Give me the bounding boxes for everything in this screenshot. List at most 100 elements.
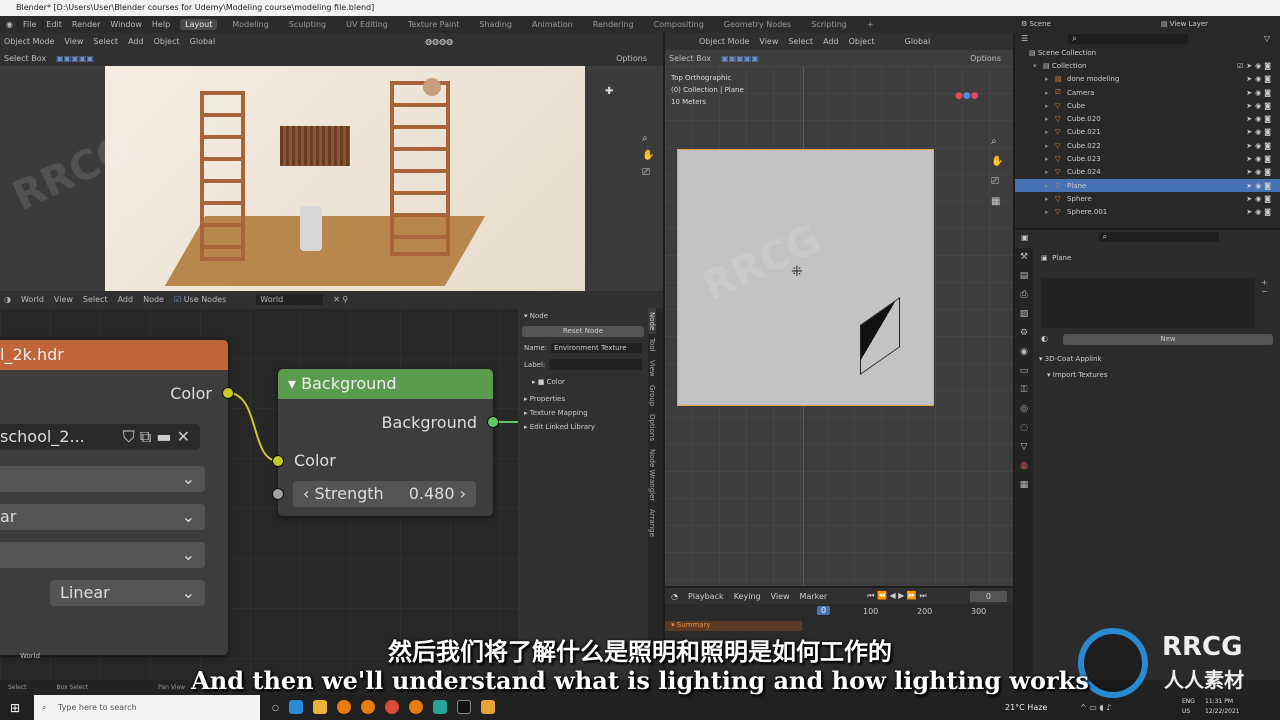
add-remove-slot[interactable]: + − <box>1261 278 1268 296</box>
menu-add[interactable]: Add <box>118 295 134 304</box>
weather[interactable]: 21°C Haze <box>1005 703 1047 712</box>
menu-object[interactable]: Object <box>849 37 875 46</box>
workspace-tab-scripting[interactable]: Scripting <box>806 19 852 30</box>
material-slot-list[interactable] <box>1041 278 1255 328</box>
visibility-icons[interactable]: ➤◉◙ <box>1246 128 1274 136</box>
outliner-item[interactable]: ▸ ▽ Cube.020 ➤◉◙ <box>1015 112 1280 125</box>
taskbar-search[interactable]: ⌕ Type here to search <box>34 695 260 720</box>
expand-icon[interactable]: ▸ <box>1045 102 1055 110</box>
scene-selector[interactable]: ⚙ Scene <box>1021 20 1051 28</box>
applink-panel[interactable]: ▾ 3D-Coat Applink <box>1039 355 1102 363</box>
workspace-tab-compositing[interactable]: Compositing <box>649 19 709 30</box>
add-workspace-button[interactable]: + <box>862 19 879 30</box>
outliner-item[interactable]: ▸ ▽ Cube ➤◉◙ <box>1015 99 1280 112</box>
current-frame-field[interactable]: 0 <box>969 590 1007 602</box>
workspace-tab-sculpting[interactable]: Sculpting <box>284 19 331 30</box>
shading-buttons[interactable]: ◍◍◍◍ <box>425 37 453 46</box>
node-editor-canvas[interactable]: l_2k.hdr Color school_2... ⛉ ⧉ ▬ ✕ ⌄ ar ⌄ … <box>0 308 518 680</box>
tab-tool[interactable]: Tool <box>648 334 656 356</box>
menu-keying[interactable]: Keying <box>734 592 761 601</box>
scene-collection-row[interactable]: ▤ Scene Collection <box>1015 46 1280 59</box>
menu-select[interactable]: Select <box>83 295 108 304</box>
outliner-item[interactable]: ▸ ▽ Cube.022 ➤◉◙ <box>1015 139 1280 152</box>
mode-dropdown[interactable]: Object Mode <box>699 37 749 46</box>
expand-icon[interactable]: ▸ <box>1045 195 1055 203</box>
top-ortho-viewport[interactable]: Top Orthographic (0) Collection | Plane 10… <box>665 66 1013 586</box>
workspace-tab-layout[interactable]: Layout <box>180 19 218 30</box>
expand-icon[interactable]: ▸ <box>1045 115 1055 123</box>
outliner-search[interactable]: ⌕ <box>1068 33 1189 44</box>
menu-edit[interactable]: Edit <box>46 20 62 29</box>
collection-row[interactable]: ▾ ▤ Collection ☑➤◉◙ <box>1015 59 1280 72</box>
workspace-tab-uv-editing[interactable]: UV Editing <box>341 19 393 30</box>
playback-controls[interactable]: ⏮ ⏪ ◀ ▶ ⏩ ⏭ <box>867 591 926 601</box>
texture-mapping-subpanel[interactable]: ▸ Texture Mapping <box>518 406 648 420</box>
blender-logo-icon[interactable]: ◉ <box>6 20 13 29</box>
menu-file[interactable]: File <box>23 20 36 29</box>
explorer-icon[interactable] <box>312 700 327 714</box>
properties-subpanel[interactable]: ▸ Properties <box>518 392 648 406</box>
name-field[interactable]: Environment Texture <box>551 343 642 353</box>
visibility-icons[interactable]: ➤◉◙ <box>1246 208 1274 216</box>
options-dropdown[interactable]: Options <box>616 54 647 63</box>
pin-icon[interactable]: ✕ ⚲ <box>333 295 348 304</box>
menu-view[interactable]: View <box>759 37 778 46</box>
menu-help[interactable]: Help <box>152 20 170 29</box>
outliner-item[interactable]: ▸ ▽ Cube.021 ➤◉◙ <box>1015 126 1280 139</box>
menu-view[interactable]: View <box>54 295 73 304</box>
interpolation-dropdown[interactable]: ⌄ <box>0 466 205 492</box>
select-mode-buttons[interactable]: ▣▣▣▣▣ <box>56 54 94 63</box>
visibility-icons[interactable]: ➤◉◙ <box>1246 115 1274 123</box>
blender-icon[interactable] <box>408 700 423 714</box>
workspace-tab-modeling[interactable]: Modeling <box>227 19 273 30</box>
workspace-tab-rendering[interactable]: Rendering <box>588 19 639 30</box>
reset-node-button[interactable]: Reset Node <box>522 326 644 337</box>
select-mode-buttons[interactable]: ▣▣▣▣▣ <box>721 54 759 63</box>
menu-add[interactable]: Add <box>823 37 839 46</box>
menu-view[interactable]: View <box>771 592 790 601</box>
workspace-tab-shading[interactable]: Shading <box>474 19 517 30</box>
filter-icon[interactable]: ▽ <box>1264 34 1270 43</box>
environment-texture-node[interactable]: l_2k.hdr Color school_2... ⛉ ⧉ ▬ ✕ ⌄ ar ⌄ … <box>0 340 228 655</box>
outliner-item[interactable]: ▸ ▤ done modeling ➤◉◙ <box>1015 73 1280 86</box>
expand-icon[interactable]: ▸ <box>1045 142 1055 150</box>
world-datablock[interactable]: World <box>256 294 324 305</box>
image-viewer-icon[interactable] <box>480 700 495 714</box>
axis-gizmo[interactable]: ●●● <box>955 91 979 101</box>
expand-icon[interactable]: ▸ <box>1045 155 1055 163</box>
workspace-tab-texture-paint[interactable]: Texture Paint <box>403 19 465 30</box>
menu-window[interactable]: Window <box>110 20 142 29</box>
menu-select[interactable]: Select <box>93 37 118 46</box>
tab-group[interactable]: Group <box>648 381 656 410</box>
visibility-icons[interactable]: ➤◉◙ <box>1246 142 1274 150</box>
editor-type-icon[interactable]: ▣ <box>1021 233 1029 242</box>
background-node[interactable]: ▾ Background Background Color ‹ Strength… <box>278 369 493 516</box>
edit-linked-library-subpanel[interactable]: ▸ Edit Linked Library <box>518 420 648 434</box>
strength-input-socket[interactable] <box>272 488 284 500</box>
menu-view[interactable]: View <box>64 37 83 46</box>
node-header[interactable]: l_2k.hdr <box>0 340 228 370</box>
outliner-item[interactable]: ▸ ▽ Sphere.001 ➤◉◙ <box>1015 206 1280 219</box>
properties-tabs[interactable]: ⚒ ▤ ⎙ ▨ ⚙ ◉ ▭ ⚿ ◎ ◌ ▽ ◍ ▦ <box>1015 248 1033 680</box>
node-header[interactable]: ▾ Background <box>278 369 493 399</box>
tab-options[interactable]: Options <box>648 410 656 445</box>
playhead[interactable]: 0 <box>817 606 831 615</box>
orientation-dropdown[interactable]: Global <box>905 37 931 46</box>
menu-playback[interactable]: Playback <box>688 592 724 601</box>
blender-icon[interactable] <box>360 700 375 714</box>
view-layer-selector[interactable]: ▤ View Layer <box>1161 20 1208 28</box>
use-nodes-checkbox[interactable]: ☑ Use Nodes <box>174 295 226 304</box>
tray-icons[interactable]: ^ ▭ ◖ ♪ <box>1080 703 1111 712</box>
menu-object[interactable]: Object <box>154 37 180 46</box>
expand-icon[interactable]: ▸ <box>1045 128 1055 136</box>
background-output-socket[interactable] <box>487 416 499 428</box>
mode-dropdown[interactable]: Object Mode <box>4 37 54 46</box>
visibility-icons[interactable]: ➤◉◙ <box>1246 168 1274 176</box>
source-dropdown[interactable]: ⌄ <box>0 542 205 568</box>
display-mode-icon[interactable]: ☰ <box>1021 34 1028 43</box>
workspace-tab-animation[interactable]: Animation <box>527 19 578 30</box>
expand-icon[interactable]: ▸ <box>1045 182 1055 190</box>
menu-select[interactable]: Select <box>788 37 813 46</box>
navigation-gizmo[interactable]: ✚ <box>605 86 613 97</box>
label-field[interactable] <box>549 359 642 370</box>
